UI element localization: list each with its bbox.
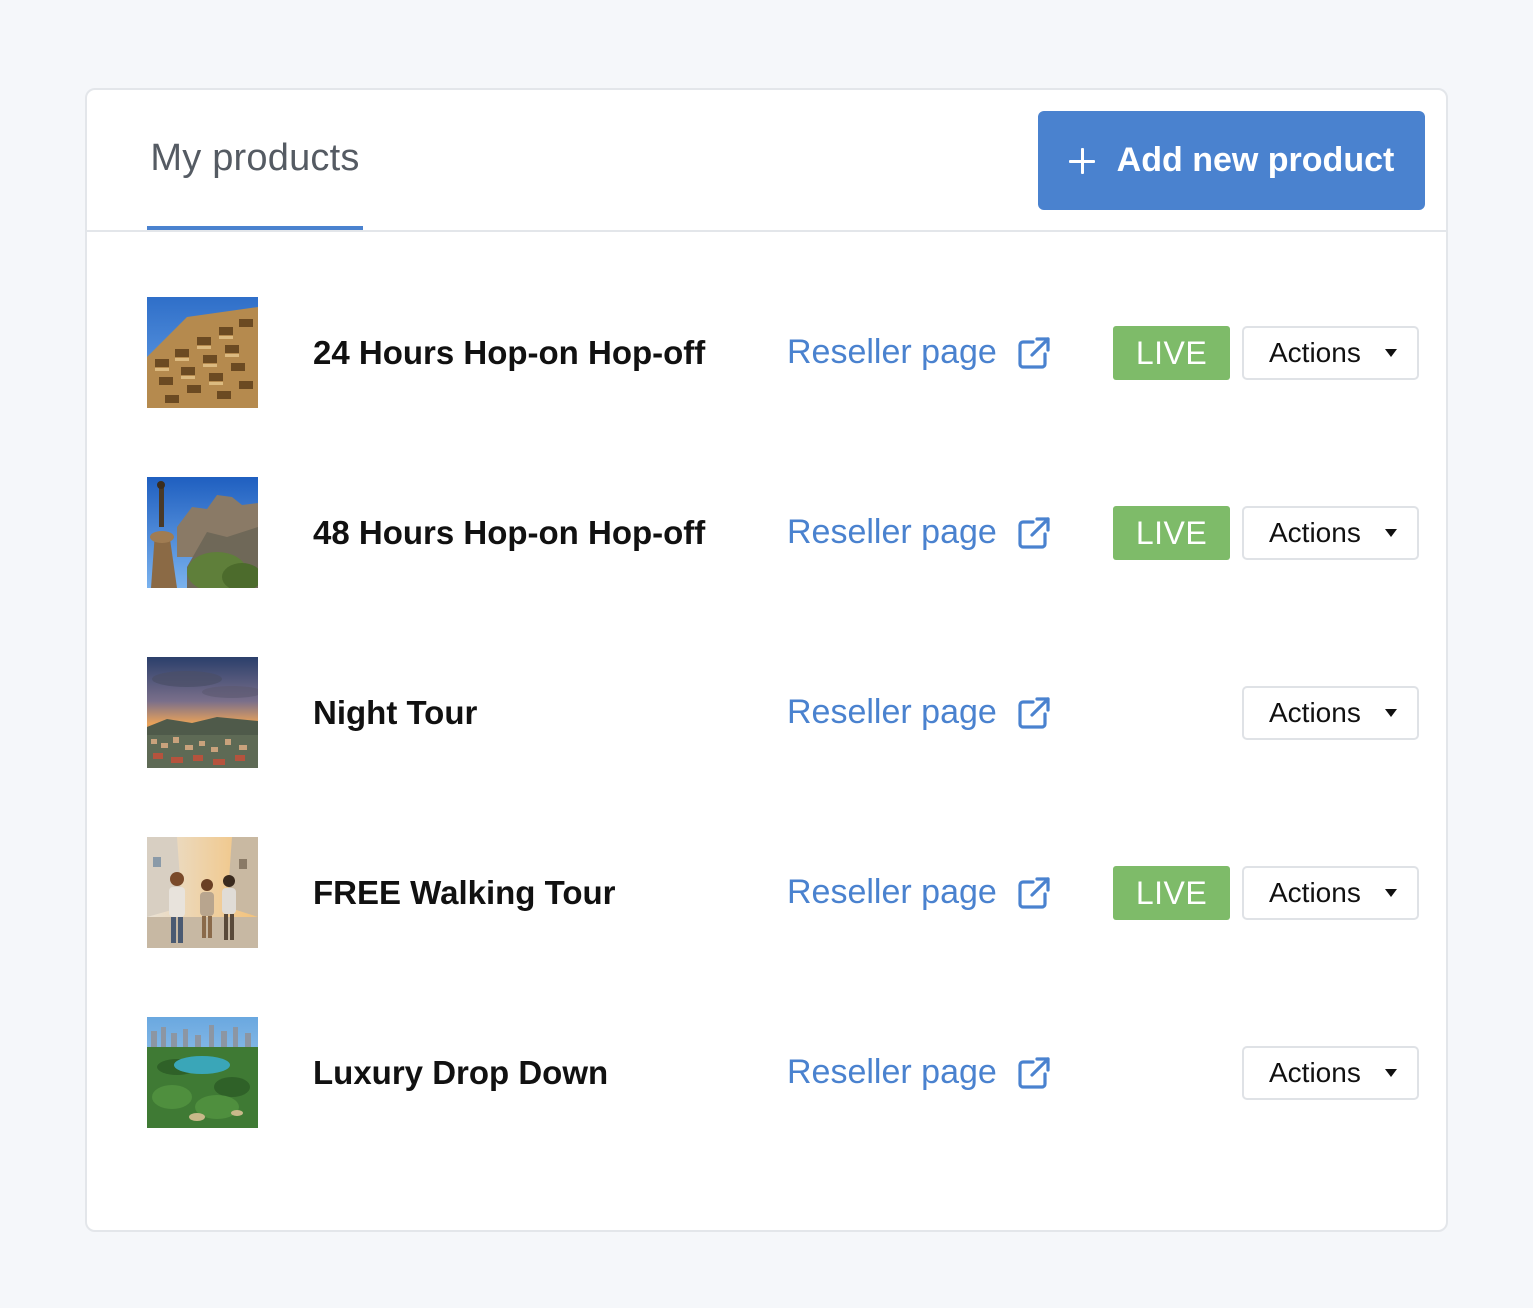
park-aerial-image (147, 1017, 258, 1128)
product-row: 24 Hours Hop-on Hop-off Reseller page LI… (87, 297, 1446, 408)
product-thumbnail (147, 477, 258, 588)
reseller-page-label: Reseller page (787, 513, 997, 551)
city-sunset-image (147, 657, 258, 768)
product-name: FREE Walking Tour (313, 873, 616, 911)
plus-icon (1068, 147, 1095, 174)
product-thumbnail (147, 1017, 258, 1128)
reseller-page-link[interactable]: Reseller page (787, 477, 1051, 588)
reseller-page-label: Reseller page (787, 693, 997, 731)
actions-label: Actions (1269, 517, 1361, 548)
tab-label: My products (150, 136, 360, 179)
reseller-page-link[interactable]: Reseller page (787, 297, 1051, 408)
product-row: 48 Hours Hop-on Hop-off Reseller page LI… (87, 477, 1446, 588)
reseller-page-label: Reseller page (787, 333, 997, 371)
actions-dropdown[interactable]: Actions (1242, 686, 1419, 740)
caret-down-icon (1385, 709, 1397, 717)
product-name: 48 Hours Hop-on Hop-off (313, 513, 706, 551)
add-new-product-label: Add new product (1116, 141, 1395, 179)
castle-hill-image (147, 477, 258, 588)
actions-dropdown[interactable]: Actions (1242, 866, 1419, 920)
product-thumbnail (147, 657, 258, 768)
actions-label: Actions (1269, 1057, 1361, 1088)
product-row: Luxury Drop Down Reseller page Actions (87, 1017, 1446, 1128)
external-link-icon (1018, 876, 1050, 909)
product-row: Night Tour Reseller page Actions (87, 657, 1446, 768)
product-thumbnail (147, 837, 258, 948)
actions-label: Actions (1269, 697, 1361, 728)
caret-down-icon (1385, 1069, 1397, 1077)
actions-label: Actions (1269, 337, 1361, 368)
reseller-page-link[interactable]: Reseller page (787, 1017, 1051, 1128)
caret-down-icon (1385, 349, 1397, 357)
status-badge: LIVE (1113, 326, 1230, 380)
reseller-page-label: Reseller page (787, 873, 997, 911)
external-link-icon (1018, 336, 1050, 369)
actions-dropdown[interactable]: Actions (1242, 506, 1419, 560)
products-card: My products Add new product 24 Hours Hop… (85, 88, 1448, 1232)
reseller-page-link[interactable]: Reseller page (787, 837, 1051, 948)
add-new-product-button[interactable]: Add new product (1038, 111, 1425, 210)
external-link-icon (1018, 516, 1050, 549)
caret-down-icon (1385, 889, 1397, 897)
actions-dropdown[interactable]: Actions (1242, 326, 1419, 380)
product-row: FREE Walking Tour Reseller page LIVE Act… (87, 837, 1446, 948)
actions-dropdown[interactable]: Actions (1242, 1046, 1419, 1100)
actions-label: Actions (1269, 877, 1361, 908)
product-name: Luxury Drop Down (313, 1053, 609, 1091)
tab-my-products[interactable]: My products (147, 90, 363, 230)
status-badge: LIVE (1113, 866, 1230, 920)
walking-tourists-image (147, 837, 258, 948)
caret-down-icon (1385, 529, 1397, 537)
product-thumbnail (147, 297, 258, 408)
product-name: 24 Hours Hop-on Hop-off (313, 333, 706, 371)
external-link-icon (1018, 696, 1050, 729)
card-header: My products Add new product (87, 90, 1446, 232)
building-facade-image (147, 297, 258, 408)
reseller-page-label: Reseller page (787, 1053, 997, 1091)
product-name: Night Tour (313, 693, 478, 731)
external-link-icon (1018, 1056, 1050, 1089)
reseller-page-link[interactable]: Reseller page (787, 657, 1051, 768)
status-badge: LIVE (1113, 506, 1230, 560)
